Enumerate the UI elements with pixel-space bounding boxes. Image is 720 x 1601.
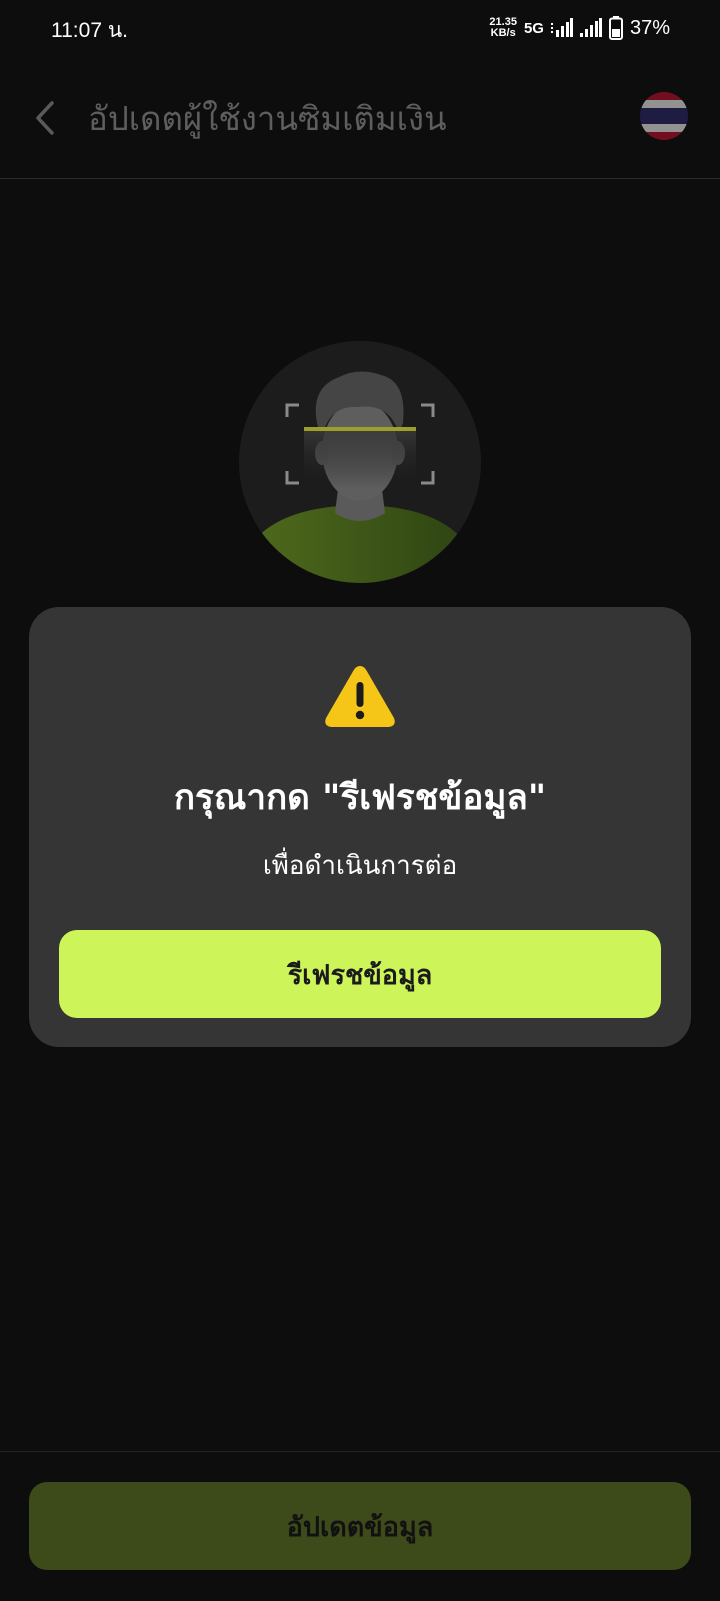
thailand-flag-icon <box>640 92 688 140</box>
warning-icon <box>325 666 395 727</box>
network-speed-unit: KB/s <box>490 27 516 39</box>
battery-icon <box>608 16 623 40</box>
bottom-bar: อัปเดตข้อมูล <box>0 1451 720 1601</box>
status-icons: 21.35 KB/s 5G 37% <box>489 12 670 44</box>
alert-dialog: กรุณากด "รีเฟรชข้อมูล" เพื่อดำเนินการต่อ… <box>29 607 691 1047</box>
signal-icon <box>579 18 602 37</box>
refresh-data-button[interactable]: รีเฟรชข้อมูล <box>59 930 661 1018</box>
page-title: อัปเดตผู้ใช้งานซิมเติมเงิน <box>88 99 447 138</box>
face-scan-illustration <box>239 341 481 583</box>
network-speed: 21.35 KB/s <box>489 17 517 39</box>
status-time: 11:07 น. <box>51 19 129 42</box>
back-button[interactable] <box>28 93 62 143</box>
battery-percentage: 37% <box>629 16 670 39</box>
dialog-message: เพื่อดำเนินการต่อ <box>262 851 458 881</box>
language-button[interactable] <box>640 92 688 140</box>
face-scan-icon <box>254 371 464 583</box>
status-bar: 11:07 น. 21.35 KB/s 5G 37% <box>0 0 720 58</box>
update-data-button[interactable]: อัปเดตข้อมูล <box>29 1482 691 1570</box>
network-type: 5G <box>523 19 544 37</box>
app-header: อัปเดตผู้ใช้งานซิมเติมเงิน <box>0 58 720 179</box>
dialog-title: กรุณากด "รีเฟรชข้อมูล" <box>173 778 547 818</box>
chevron-left-icon <box>36 101 54 135</box>
signal-icon <box>550 18 573 37</box>
